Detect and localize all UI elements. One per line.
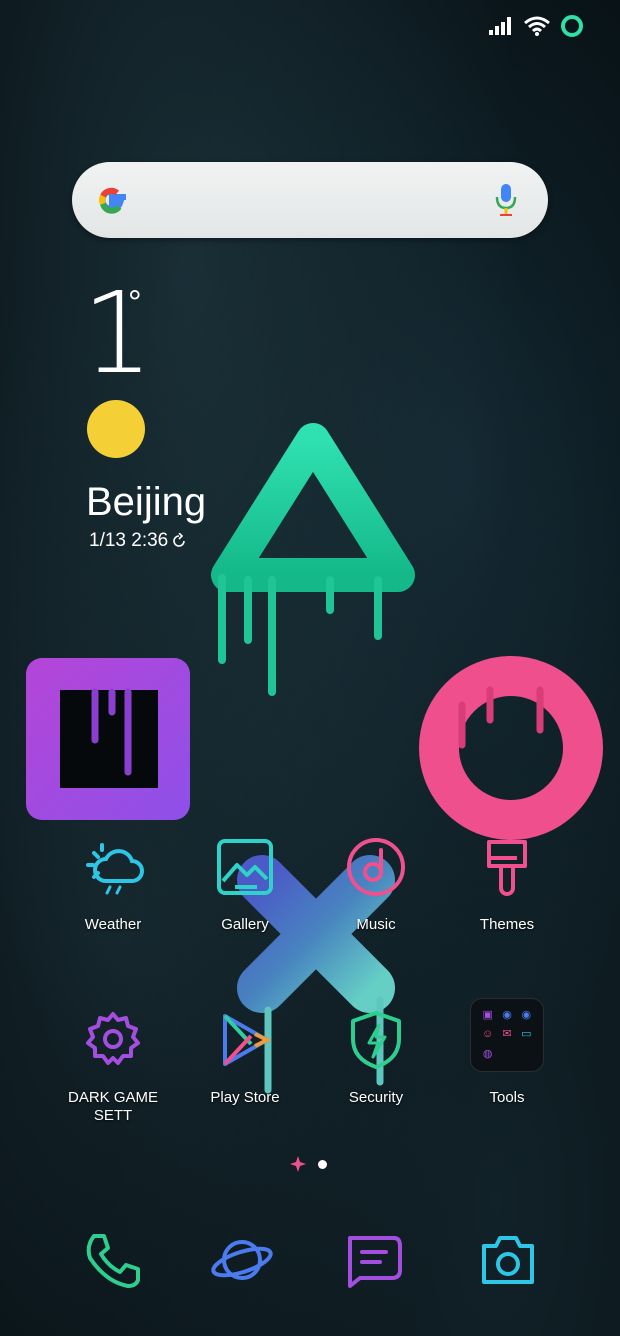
temperature-degree: ° [128,284,142,322]
camera-icon[interactable] [476,1228,540,1292]
settings-gear-icon [86,1012,140,1065]
app-label: Weather [84,916,142,933]
wifi-icon [524,16,550,36]
app-label: Gallery [221,916,269,933]
temperature-value[interactable]: 1 [82,278,153,390]
themes-brush-icon [487,840,527,896]
messages-icon[interactable] [340,1228,404,1292]
gallery-icon [217,839,273,895]
weather-datetime: 1/13 2:36 [89,530,187,552]
page-indicator-star[interactable] [290,1156,306,1172]
music-icon [347,838,405,896]
tools-folder-icon: ▣ ◉ ◉ ☺ ✉ ▭ ◍ [470,998,544,1072]
app-label: Themes [479,916,535,933]
security-shield-icon [351,1011,401,1069]
app-dark-game-settings[interactable]: DARK GAME SETT [53,1005,173,1125]
app-gallery[interactable]: Gallery [185,832,305,934]
app-music[interactable]: Music [316,832,436,934]
app-label: Tools [489,1089,525,1106]
status-bar [488,14,584,38]
app-security[interactable]: Security [316,1005,436,1107]
google-g-icon [99,187,126,214]
app-tools-folder[interactable]: ▣ ◉ ◉ ☺ ✉ ▭ ◍ Tools [447,998,567,1107]
app-themes[interactable]: Themes [447,832,567,934]
page-indicator [290,1156,327,1172]
weather-cloud-icon [86,843,144,895]
app-play-store[interactable]: Play Store [185,1005,305,1107]
sun-icon [87,400,145,458]
weather-city[interactable]: Beijing [86,480,206,525]
app-label: Play Store [210,1089,280,1106]
wallpaper-triangle [211,423,415,696]
browser-planet-icon[interactable] [210,1228,274,1292]
refresh-icon[interactable] [171,533,187,549]
phone-icon[interactable] [80,1228,144,1292]
signal-icon [489,17,511,35]
datetime-text: 1/13 2:36 [89,530,169,551]
play-store-icon [223,1014,272,1066]
app-weather[interactable]: Weather [53,832,173,934]
battery-ring-icon [561,15,583,37]
microphone-icon[interactable] [494,182,518,218]
page-indicator-dot-active[interactable] [318,1159,327,1169]
google-search-bar[interactable] [72,162,548,238]
wallpaper-square [26,658,190,820]
app-label: Security [348,1089,404,1106]
wallpaper-circle [419,656,603,840]
app-label: Music [356,916,396,933]
app-label: DARK GAME SETT [67,1089,158,1124]
